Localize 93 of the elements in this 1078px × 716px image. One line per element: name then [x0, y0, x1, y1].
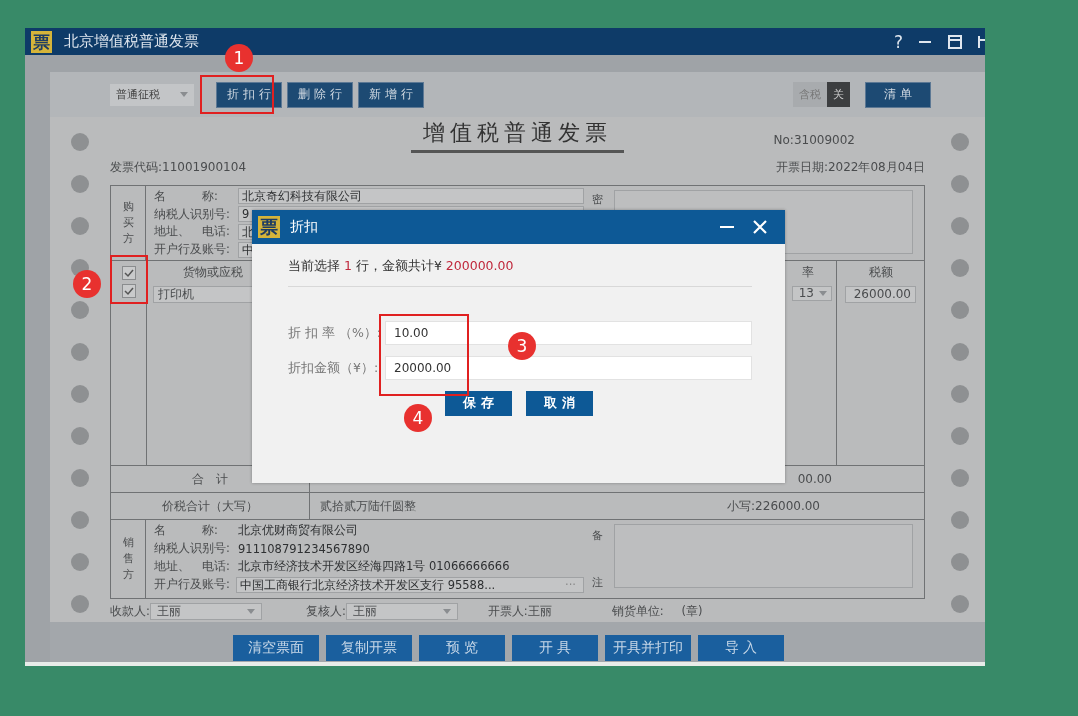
field-label: 地址、 电话:: [154, 559, 231, 574]
input-field[interactable]: 20000.00: [385, 356, 752, 380]
field-label: 纳税人识别号:: [154, 206, 231, 222]
field-label: 开户行及账号:: [154, 242, 231, 258]
invoice-number: No:31009002: [773, 133, 855, 147]
section-label: 购买方: [111, 186, 146, 260]
invoice-date: 开票日期:2022年08月04日: [775, 159, 925, 176]
field-value: 北京优财商贸有限公司: [238, 523, 358, 538]
action-button[interactable]: 开具并打印: [605, 635, 691, 661]
punch-hole: [71, 133, 89, 151]
action-button[interactable]: 预 览: [419, 635, 505, 661]
field-value: 911108791234567890: [238, 541, 370, 556]
action-button[interactable]: 复制开票: [326, 635, 412, 661]
invoice-code: 发票代码:11001900104: [110, 159, 247, 176]
app-logo: 票: [31, 30, 52, 53]
column-header: 货物或应税: [183, 265, 243, 280]
cipher-label: 密: [592, 192, 604, 208]
punch-hole: [71, 553, 89, 571]
remarks-label: 注: [592, 575, 604, 590]
tax-rate-dropdown[interactable]: 13: [792, 286, 832, 301]
field-label: 名 称:: [154, 188, 219, 204]
field-label: 折扣金额（¥）:: [288, 359, 380, 377]
caret-icon: [819, 291, 827, 296]
field-label: 收款人:: [110, 604, 150, 619]
punch-hole: [71, 301, 89, 319]
grand-total-figures: 小写:226000.00: [727, 497, 821, 515]
total-amount: 00.00: [796, 472, 833, 486]
select-all-checkbox[interactable]: [121, 266, 136, 280]
window-title: 北京增值税普通发票: [64, 32, 199, 51]
seal-label: 销货单位:: [611, 604, 664, 619]
payee-dropdown[interactable]: 王丽: [149, 603, 262, 620]
action-button[interactable]: 开 具: [512, 635, 598, 661]
caret-icon: [180, 92, 188, 97]
punch-hole: [951, 133, 969, 151]
toolbar-button[interactable]: 删 除 行: [287, 81, 353, 108]
punch-hole: [71, 175, 89, 193]
field-value: 北京奇幻科技有限公司: [238, 188, 584, 205]
punch-hole: [71, 385, 89, 403]
reviewer-dropdown[interactable]: 王丽: [345, 603, 458, 620]
issuer-label: 开票人:王丽: [487, 604, 552, 619]
punch-hole: [71, 469, 89, 487]
column-header: 税额: [867, 265, 894, 280]
caret-icon: [246, 609, 255, 614]
punch-hole: [951, 595, 969, 613]
punch-hole: [951, 217, 969, 235]
field-label: 折 扣 率 （%）:: [288, 324, 382, 342]
column-header: 率: [802, 265, 814, 280]
grand-total-words: 贰拾贰万陆仟圆整: [319, 497, 417, 515]
punch-hole: [71, 427, 89, 445]
dialog-button[interactable]: 取 消: [526, 391, 593, 416]
remarks-label: 备: [592, 528, 604, 543]
seal-text: (章): [681, 604, 703, 619]
step-marker: 1: [225, 44, 253, 72]
remarks-field[interactable]: [614, 524, 913, 588]
caret-icon: [442, 609, 451, 614]
bank-account-field[interactable]: 中国工商银行北京经济技术开发区支行 95588... ···: [236, 576, 584, 593]
help-button[interactable]: ?: [893, 31, 903, 52]
tax-mode-dropdown[interactable]: 普通征税: [110, 83, 194, 106]
punch-hole: [951, 301, 969, 319]
list-button[interactable]: 清 单: [865, 81, 931, 108]
punch-hole: [951, 469, 969, 487]
tax-amount-cell: 26000.00: [845, 286, 916, 303]
punch-hole: [951, 259, 969, 277]
punch-hole: [951, 175, 969, 193]
punch-hole: [951, 511, 969, 529]
dialog-button[interactable]: 保 存: [445, 391, 512, 416]
punch-hole: [951, 343, 969, 361]
punch-hole: [951, 427, 969, 445]
field-label: 复核人:: [305, 604, 346, 619]
punch-hole: [71, 217, 89, 235]
punch-hole: [951, 385, 969, 403]
close-icon[interactable]: [753, 220, 767, 234]
dialog-logo: 票: [258, 216, 280, 238]
grand-total-label: 价税合计（大写）: [111, 493, 310, 519]
punch-hole: [951, 553, 969, 571]
punch-hole: [71, 595, 89, 613]
punch-hole: [71, 343, 89, 361]
field-label: 名 称:: [154, 523, 219, 538]
toolbar-button[interactable]: 新 增 行: [358, 81, 424, 108]
row-checkbox[interactable]: [121, 284, 136, 298]
section-label: 销售方: [111, 520, 146, 598]
highlight-frame: [110, 255, 148, 304]
punch-hole: [71, 511, 89, 529]
maximize-icon[interactable]: [947, 33, 963, 50]
field-value: 北京市经济技术开发区经海四路1号 01066666666: [238, 559, 510, 574]
toolbar-button[interactable]: 折 扣 行: [216, 81, 282, 108]
field-label: 开户行及账号:: [154, 577, 231, 592]
invoice-title: 增值税普通发票: [411, 118, 624, 153]
selection-summary: 当前选择 1 行，金额共计¥ 200000.00: [288, 258, 515, 275]
field-label: 地址、 电话:: [154, 224, 231, 240]
action-button[interactable]: 导 入: [698, 635, 784, 661]
field-label: 纳税人识别号:: [154, 541, 231, 556]
action-button[interactable]: 清空票面: [233, 635, 319, 661]
